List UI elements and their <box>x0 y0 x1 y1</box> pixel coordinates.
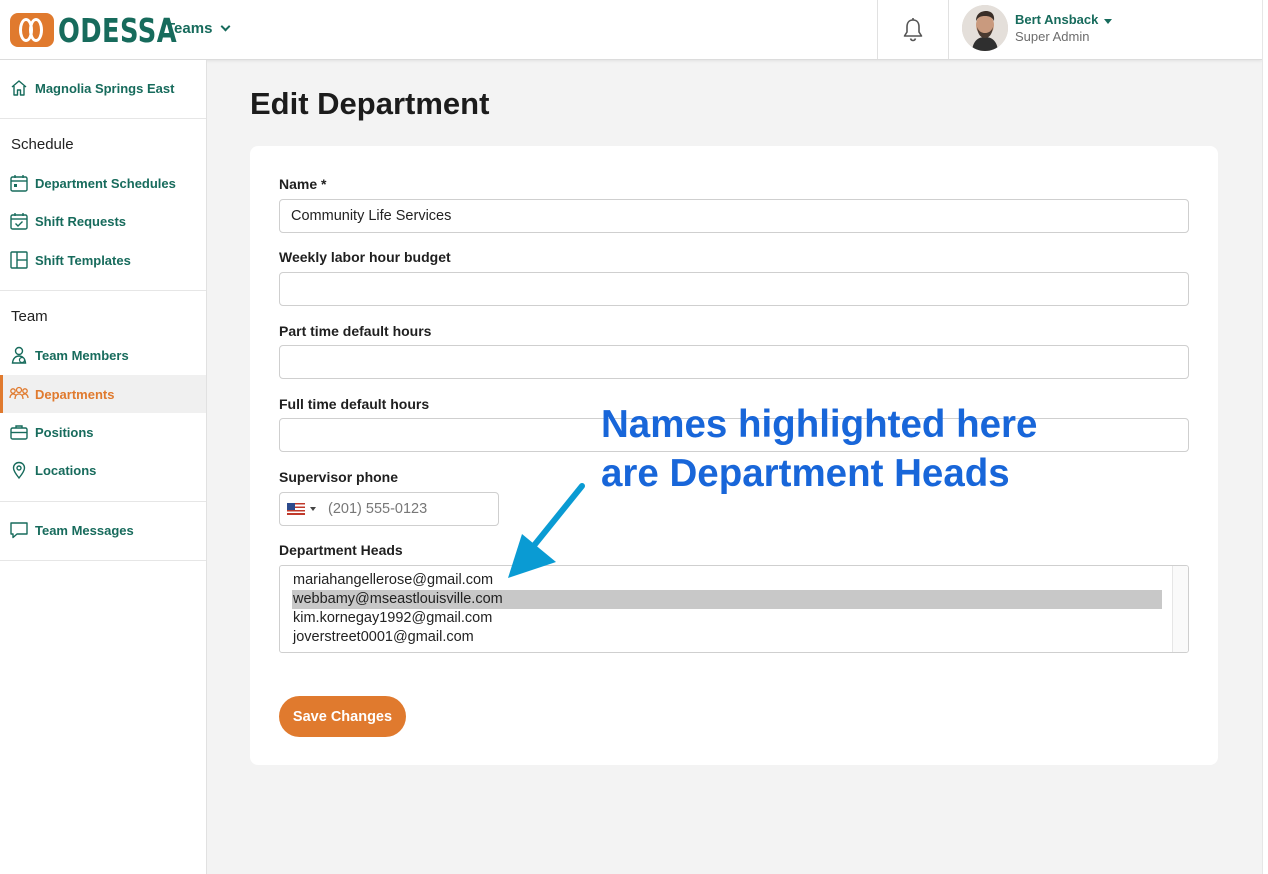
chevron-down-icon <box>220 21 231 32</box>
sidebar-item-shift-requests[interactable]: Shift Requests <box>0 202 206 240</box>
sidebar-item-label: Departments <box>35 386 115 402</box>
sidebar-heading-team: Team <box>11 308 48 325</box>
sidebar-item-label: Department Schedules <box>35 175 176 191</box>
message-icon <box>9 520 29 540</box>
annotation-arrow-icon <box>508 483 585 578</box>
sidebar: Magnolia Springs East Schedule Departmen… <box>0 60 207 874</box>
user-role: Super Admin <box>1015 29 1090 44</box>
weekly-budget-input[interactable] <box>279 272 1189 306</box>
sidebar-item-label: Locations <box>35 462 97 478</box>
user-menu[interactable]: Bert Ansback Super Admin <box>962 5 1113 51</box>
sidebar-divider <box>0 560 206 561</box>
sidebar-divider <box>0 501 206 502</box>
home-icon <box>9 78 29 98</box>
sidebar-item-positions[interactable]: Positions <box>0 413 206 451</box>
calendar-check-icon <box>9 211 29 231</box>
department-heads-label: Department Heads <box>279 542 403 558</box>
name-label: Name * <box>279 176 327 192</box>
annotation-line-1: Names highlighted here <box>601 403 1038 446</box>
user-avatar <box>962 5 1008 51</box>
notifications-button[interactable] <box>877 0 949 59</box>
teams-dropdown[interactable]: Teams <box>166 20 231 37</box>
sidebar-item-department-schedules[interactable]: Department Schedules <box>0 164 206 202</box>
sidebar-divider <box>0 118 206 119</box>
user-name-text: Bert Ansback <box>1015 12 1099 27</box>
department-head-option[interactable]: joverstreet0001@gmail.com <box>292 628 1162 647</box>
calendar-icon <box>9 173 29 193</box>
supervisor-phone-input[interactable] <box>324 493 494 525</box>
part-time-hours-input[interactable] <box>279 345 1189 379</box>
caret-down-icon <box>1104 18 1113 24</box>
logo-text: ODESSA <box>58 10 178 50</box>
us-flag-icon <box>287 503 305 515</box>
department-heads-select[interactable]: mariahangellerose@gmail.com webbamy@msea… <box>279 565 1189 653</box>
sidebar-item-label: Positions <box>35 424 94 440</box>
sidebar-item-departments[interactable]: Departments <box>0 375 206 413</box>
save-changes-button[interactable]: Save Changes <box>279 696 406 737</box>
logo-mark-icon <box>10 13 54 47</box>
department-head-option[interactable]: mariahangellerose@gmail.com <box>292 571 1162 590</box>
sidebar-item-label: Magnolia Springs East <box>35 80 175 96</box>
name-input[interactable] <box>279 199 1189 233</box>
sidebar-item-location[interactable]: Magnolia Springs East <box>0 69 206 107</box>
annotation-line-2: are Department Heads <box>601 452 1010 495</box>
briefcase-icon <box>9 422 29 442</box>
user-name: Bert Ansback <box>1015 12 1113 27</box>
full-time-label: Full time default hours <box>279 396 430 412</box>
listbox-scrollbar[interactable] <box>1172 566 1188 652</box>
location-pin-icon <box>9 460 29 480</box>
sidebar-item-label: Shift Templates <box>35 252 131 268</box>
teams-dropdown-label: Teams <box>166 20 213 37</box>
window-edge <box>1262 0 1268 874</box>
sidebar-item-locations[interactable]: Locations <box>0 451 206 489</box>
template-icon <box>9 250 29 270</box>
budget-label: Weekly labor hour budget <box>279 249 451 265</box>
page-title: Edit Department <box>250 86 490 121</box>
sidebar-item-label: Team Messages <box>35 522 134 538</box>
supervisor-phone-field <box>279 492 499 526</box>
team-member-icon <box>9 345 29 365</box>
phone-label: Supervisor phone <box>279 469 399 485</box>
annotation-callout: Names highlighted here are Department He… <box>601 400 1037 498</box>
sidebar-item-shift-templates[interactable]: Shift Templates <box>0 241 206 279</box>
department-head-option[interactable]: kim.kornegay1992@gmail.com <box>292 609 1162 628</box>
sidebar-item-team-members[interactable]: Team Members <box>0 336 206 374</box>
sidebar-item-label: Team Members <box>35 347 129 363</box>
sidebar-heading-schedule: Schedule <box>11 136 74 153</box>
top-header: ODESSA Teams Bert Ansback Super Admin <box>0 0 1262 60</box>
department-head-option-selected[interactable]: webbamy@mseastlouisville.com <box>292 590 1162 609</box>
bell-icon <box>903 17 923 41</box>
part-time-label: Part time default hours <box>279 323 432 339</box>
country-code-select[interactable] <box>280 493 324 525</box>
departments-icon <box>9 384 29 404</box>
caret-down-icon <box>310 507 316 511</box>
sidebar-item-label: Shift Requests <box>35 213 127 229</box>
sidebar-item-team-messages[interactable]: Team Messages <box>0 511 206 549</box>
sidebar-divider <box>0 290 206 291</box>
